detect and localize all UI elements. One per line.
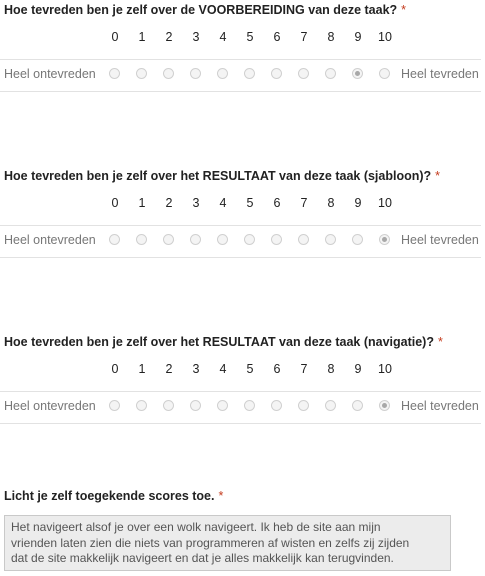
rating-radio-5[interactable] — [244, 234, 255, 245]
scale-number: 8 — [327, 362, 335, 376]
scale-number: 4 — [219, 196, 227, 210]
rating-radio-3[interactable] — [190, 234, 201, 245]
scale-number: 3 — [192, 362, 200, 376]
rating-radio-6[interactable] — [271, 68, 282, 79]
scale-number: 10 — [378, 30, 392, 44]
rating-radio-3[interactable] — [190, 400, 201, 411]
scale-number: 6 — [273, 30, 281, 44]
rating-radio-0[interactable] — [109, 400, 120, 411]
rating-radio-8[interactable] — [325, 234, 336, 245]
scale-number: 1 — [138, 196, 146, 210]
scale-number: 2 — [165, 362, 173, 376]
rating-radio-3[interactable] — [190, 68, 201, 79]
question-text: Hoe tevreden ben je zelf over het RESULT… — [4, 335, 434, 349]
rating-radio-8[interactable] — [325, 68, 336, 79]
scale-high-label: Heel tevreden — [401, 399, 479, 413]
rating-radio-2[interactable] — [163, 68, 174, 79]
rating-radio-6[interactable] — [271, 400, 282, 411]
scale-number: 4 — [219, 30, 227, 44]
scale-number: 0 — [111, 362, 119, 376]
question-text: Licht je zelf toegekende scores toe. — [4, 489, 215, 503]
question-title: Hoe tevreden ben je zelf over de VOORBER… — [4, 3, 406, 17]
scale-number: 4 — [219, 362, 227, 376]
divider — [0, 225, 481, 226]
rating-radio-7[interactable] — [298, 400, 309, 411]
required-marker: * — [401, 3, 407, 17]
comment-textarea[interactable]: Het navigeert alsof je over een wolk nav… — [4, 515, 451, 571]
rating-radio-4[interactable] — [217, 234, 228, 245]
divider — [0, 91, 481, 92]
rating-radio-1[interactable] — [136, 400, 147, 411]
scale-number: 8 — [327, 30, 335, 44]
rating-radio-9[interactable] — [352, 400, 363, 411]
question-title: Hoe tevreden ben je zelf over het RESULT… — [4, 335, 443, 349]
question-text: Hoe tevreden ben je zelf over de VOORBER… — [4, 3, 398, 17]
divider — [0, 423, 481, 424]
scale-number: 1 — [138, 30, 146, 44]
scale-number: 3 — [192, 196, 200, 210]
scale-number: 6 — [273, 362, 281, 376]
rating-radio-7[interactable] — [298, 68, 309, 79]
scale-high-label: Heel tevreden — [401, 233, 479, 247]
rating-radio-0[interactable] — [109, 68, 120, 79]
rating-radio-10[interactable] — [379, 400, 390, 411]
required-marker: * — [437, 335, 443, 349]
scale-numbers: 0 1 2 3 4 5 6 7 8 9 10 — [0, 362, 485, 378]
scale-number: 7 — [300, 196, 308, 210]
comment-question-title: Licht je zelf toegekende scores toe. * — [4, 489, 223, 503]
scale-number: 10 — [378, 196, 392, 210]
scale-number: 5 — [246, 362, 254, 376]
scale-number: 8 — [327, 196, 335, 210]
scale-number: 9 — [354, 30, 362, 44]
required-marker: * — [435, 169, 441, 183]
required-marker: * — [218, 489, 224, 503]
divider — [0, 257, 481, 258]
scale-number: 3 — [192, 30, 200, 44]
rating-radio-10[interactable] — [379, 68, 390, 79]
rating-radio-10[interactable] — [379, 234, 390, 245]
scale-number: 9 — [354, 196, 362, 210]
rating-radio-5[interactable] — [244, 400, 255, 411]
scale-high-label: Heel tevreden — [401, 67, 479, 81]
scale-numbers: 0 1 2 3 4 5 6 7 8 9 10 — [0, 30, 485, 46]
scale-low-label: Heel ontevreden — [4, 233, 96, 247]
rating-radio-4[interactable] — [217, 400, 228, 411]
scale-number: 1 — [138, 362, 146, 376]
rating-radio-2[interactable] — [163, 234, 174, 245]
scale-number: 2 — [165, 196, 173, 210]
scale-number: 7 — [300, 30, 308, 44]
rating-radio-5[interactable] — [244, 68, 255, 79]
rating-radio-4[interactable] — [217, 68, 228, 79]
rating-radio-0[interactable] — [109, 234, 120, 245]
scale-number: 9 — [354, 362, 362, 376]
scale-number: 7 — [300, 362, 308, 376]
scale-number: 5 — [246, 196, 254, 210]
scale-number: 0 — [111, 196, 119, 210]
rating-radio-7[interactable] — [298, 234, 309, 245]
question-title: Hoe tevreden ben je zelf over het RESULT… — [4, 169, 440, 183]
scale-number: 5 — [246, 30, 254, 44]
scale-number: 0 — [111, 30, 119, 44]
divider — [0, 391, 481, 392]
scale-number: 10 — [378, 362, 392, 376]
scale-number: 2 — [165, 30, 173, 44]
scale-number: 6 — [273, 196, 281, 210]
rating-radio-2[interactable] — [163, 400, 174, 411]
rating-radio-9[interactable] — [352, 68, 363, 79]
divider — [0, 59, 481, 60]
rating-radio-6[interactable] — [271, 234, 282, 245]
scale-numbers: 0 1 2 3 4 5 6 7 8 9 10 — [0, 196, 485, 212]
scale-low-label: Heel ontevreden — [4, 399, 96, 413]
question-text: Hoe tevreden ben je zelf over het RESULT… — [4, 169, 432, 183]
scale-low-label: Heel ontevreden — [4, 67, 96, 81]
rating-radio-1[interactable] — [136, 234, 147, 245]
rating-radio-1[interactable] — [136, 68, 147, 79]
rating-radio-9[interactable] — [352, 234, 363, 245]
rating-radio-8[interactable] — [325, 400, 336, 411]
